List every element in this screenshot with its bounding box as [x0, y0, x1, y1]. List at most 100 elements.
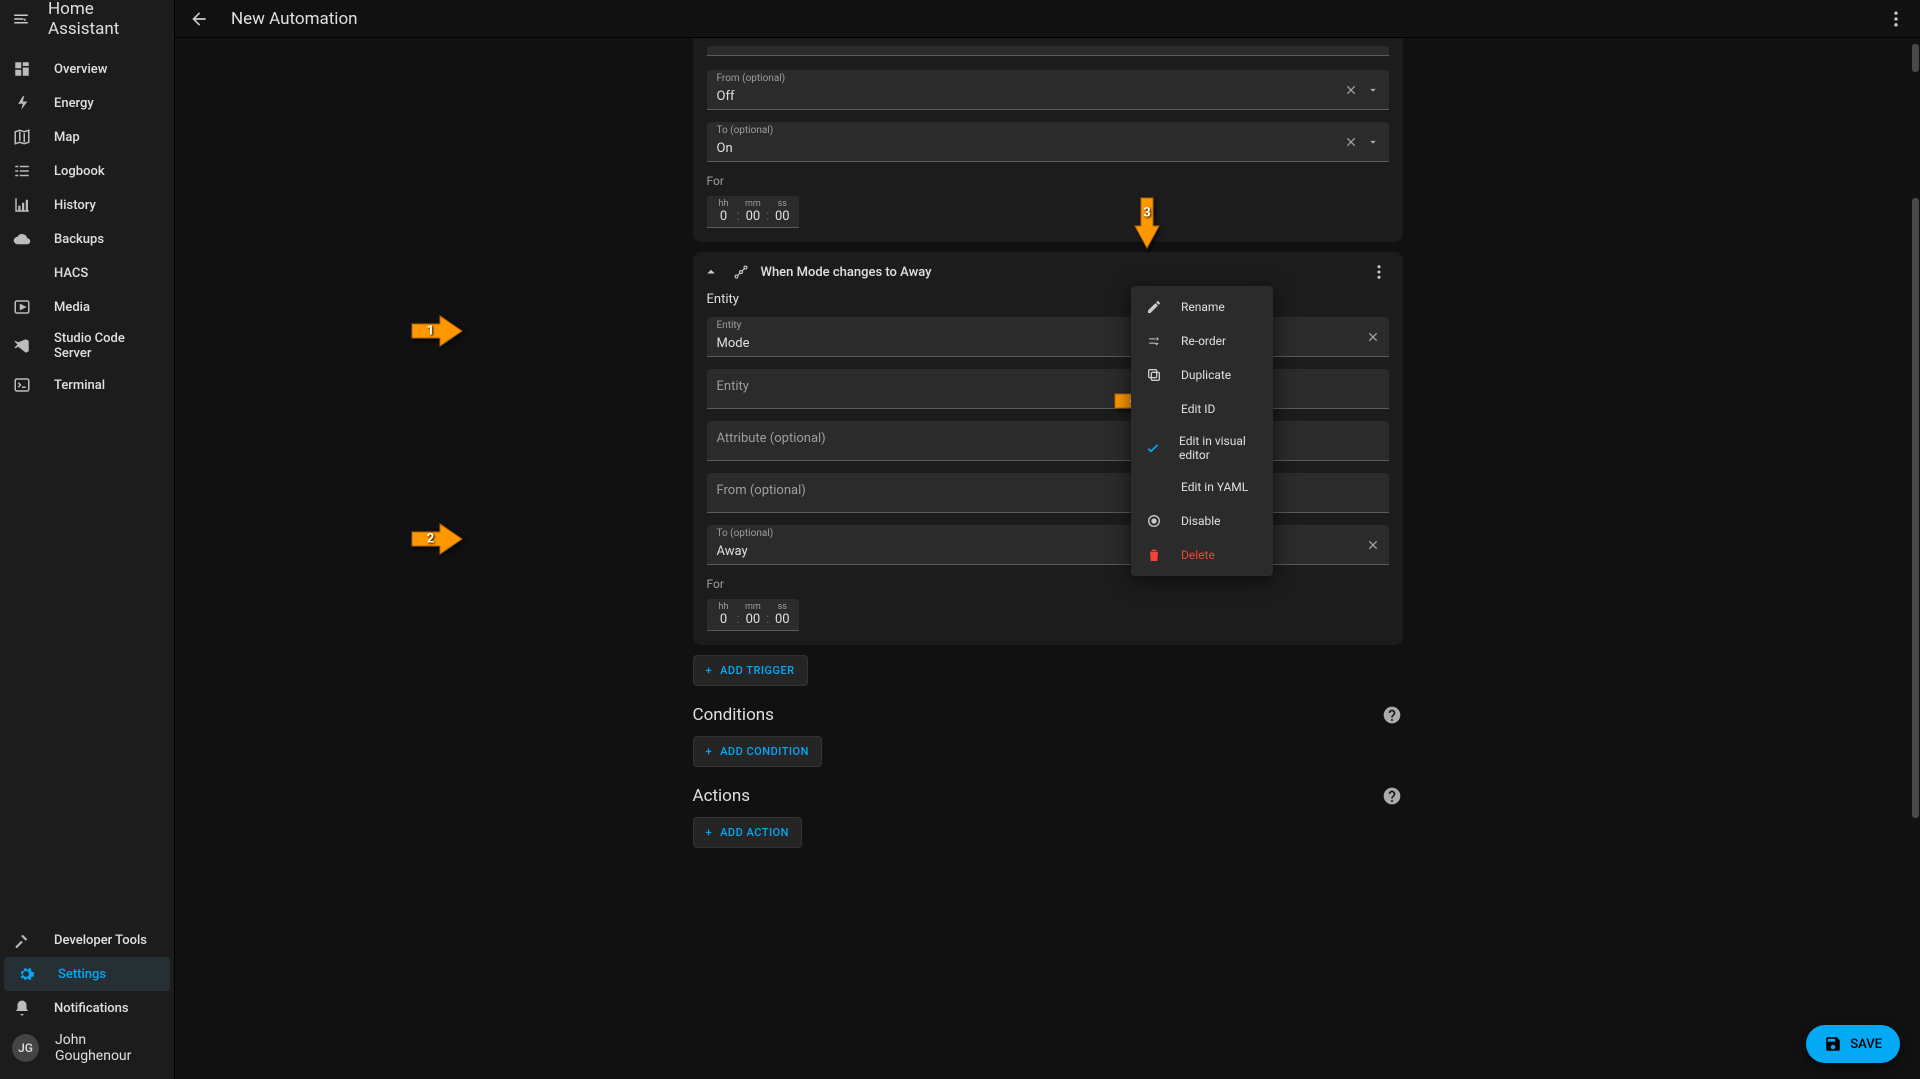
edit-id-icon — [1145, 400, 1163, 418]
scrollbar[interactable] — [1911, 38, 1920, 1079]
plus-icon: + — [706, 745, 713, 758]
annotation-arrow-2: 2 — [410, 522, 464, 556]
from-field[interactable]: From (optional) — [707, 473, 1389, 513]
sidebar-item-studio-code[interactable]: Studio Code Server — [0, 324, 174, 368]
vscode-icon — [12, 336, 32, 356]
list-icon — [12, 161, 32, 181]
sidebar-item-label: Energy — [54, 96, 94, 111]
entity-add-placeholder: Entity — [717, 379, 749, 394]
to-value: On — [717, 141, 733, 157]
trigger-context-menu: Rename Re-order Duplicate Edit ID Edit i… — [1131, 286, 1273, 576]
sidebar-item-label: Backups — [54, 232, 104, 247]
menu-item-rename[interactable]: Rename — [1131, 290, 1273, 324]
menu-item-disable[interactable]: Disable — [1131, 504, 1273, 538]
clear-icon[interactable] — [1343, 82, 1359, 98]
add-condition-button[interactable]: + ADD CONDITION — [693, 736, 822, 767]
back-button[interactable] — [187, 7, 211, 31]
sidebar-item-backups[interactable]: Backups — [0, 222, 174, 256]
play-icon — [12, 297, 32, 317]
avatar: JG — [12, 1034, 39, 1062]
help-icon[interactable] — [1381, 785, 1403, 807]
menu-toggle-icon[interactable] — [12, 10, 30, 28]
add-trigger-label: ADD TRIGGER — [720, 664, 795, 677]
trigger-more-button[interactable] — [1369, 262, 1389, 282]
topbar-more-button[interactable] — [1884, 7, 1908, 31]
sidebar-item-devtools[interactable]: Developer Tools — [0, 923, 174, 957]
menu-item-label: Duplicate — [1181, 368, 1231, 382]
clear-icon[interactable] — [1365, 537, 1381, 553]
sidebar-item-settings[interactable]: Settings — [4, 957, 170, 991]
sidebar-item-label: Terminal — [54, 378, 105, 393]
sidebar-item-energy[interactable]: Energy — [0, 86, 174, 120]
menu-item-label: Edit in visual editor — [1179, 434, 1259, 462]
trigger-title: When Mode changes to Away — [761, 265, 1359, 280]
blank-icon — [1145, 478, 1163, 496]
save-button[interactable]: SAVE — [1806, 1025, 1900, 1063]
sidebar-item-label: History — [54, 198, 96, 213]
attribute-field-residual[interactable] — [707, 46, 1389, 56]
add-trigger-button[interactable]: + ADD TRIGGER — [693, 655, 808, 686]
menu-item-visual-editor[interactable]: Edit in visual editor — [1131, 426, 1273, 470]
sidebar-item-overview[interactable]: Overview — [0, 52, 174, 86]
entity-add-field[interactable]: Entity — [707, 369, 1389, 409]
to-field[interactable]: To (optional) On — [707, 122, 1389, 162]
sidebar-item-map[interactable]: Map — [0, 120, 174, 154]
menu-item-label: Rename — [1181, 300, 1225, 314]
help-icon[interactable] — [1381, 704, 1403, 726]
sidebar-item-label: Overview — [54, 62, 107, 77]
topbar: New Automation — [175, 0, 1920, 38]
sidebar-item-label: Notifications — [54, 1001, 129, 1016]
sidebar-item-label: Studio Code Server — [54, 331, 162, 361]
sidebar-item-label: Media — [54, 300, 90, 315]
from-field[interactable]: From (optional) Off — [707, 70, 1389, 110]
sidebar-item-label: Logbook — [54, 164, 105, 179]
save-label: SAVE — [1850, 1037, 1882, 1052]
trash-icon — [1145, 546, 1163, 564]
add-action-button[interactable]: + ADD ACTION — [693, 817, 802, 848]
for-label: For — [707, 577, 1389, 591]
dropdown-icon[interactable] — [1365, 82, 1381, 98]
clear-icon[interactable] — [1365, 329, 1381, 345]
pencil-icon — [1145, 298, 1163, 316]
menu-item-label: Delete — [1181, 548, 1215, 562]
dashboard-icon — [12, 59, 32, 79]
main-scroll[interactable]: From (optional) Off To (optional) On — [175, 38, 1920, 1079]
entity-value: Mode — [717, 336, 750, 352]
plus-icon: + — [706, 664, 713, 677]
save-icon — [1824, 1035, 1842, 1053]
to-field[interactable]: To (optional) Away — [707, 525, 1389, 565]
to-label: To (optional) — [717, 528, 774, 539]
menu-item-reorder[interactable]: Re-order — [1131, 324, 1273, 358]
state-trigger-icon — [731, 262, 751, 282]
duration-input[interactable]: hh0 : mm00 : ss00 — [707, 196, 800, 228]
entity-field[interactable]: Entity Mode — [707, 317, 1389, 357]
for-label: For — [707, 174, 1389, 188]
sidebar-item-user[interactable]: JG John Goughenour — [0, 1025, 174, 1071]
menu-item-label: Edit ID — [1181, 402, 1215, 416]
menu-item-duplicate[interactable]: Duplicate — [1131, 358, 1273, 392]
sidebar-item-history[interactable]: History — [0, 188, 174, 222]
menu-item-label: Edit in YAML — [1181, 480, 1248, 494]
dropdown-icon[interactable] — [1365, 134, 1381, 150]
chevron-up-icon[interactable] — [701, 262, 721, 282]
lightning-icon — [12, 93, 32, 113]
sidebar-item-label: Developer Tools — [54, 933, 147, 948]
cloud-icon — [12, 229, 32, 249]
sidebar-item-label: Map — [54, 130, 80, 145]
menu-item-delete[interactable]: Delete — [1131, 538, 1273, 572]
menu-item-edit-id[interactable]: Edit ID — [1131, 392, 1273, 426]
sidebar-item-media[interactable]: Media — [0, 290, 174, 324]
menu-item-yaml[interactable]: Edit in YAML — [1131, 470, 1273, 504]
clear-icon[interactable] — [1343, 134, 1359, 150]
sidebar-item-notifications[interactable]: Notifications — [0, 991, 174, 1025]
check-icon — [1145, 439, 1161, 457]
from-value: Off — [717, 89, 735, 105]
attribute-field[interactable]: Attribute (optional) — [707, 421, 1389, 461]
sidebar-item-logbook[interactable]: Logbook — [0, 154, 174, 188]
sidebar-item-hacs[interactable]: HACS — [0, 256, 174, 290]
attribute-placeholder: Attribute (optional) — [717, 431, 826, 446]
duration-input[interactable]: hh0 : mm00 : ss00 — [707, 599, 800, 631]
reorder-icon — [1145, 332, 1163, 350]
sidebar-item-terminal[interactable]: Terminal — [0, 368, 174, 402]
app-title: Home Assistant — [48, 0, 162, 39]
